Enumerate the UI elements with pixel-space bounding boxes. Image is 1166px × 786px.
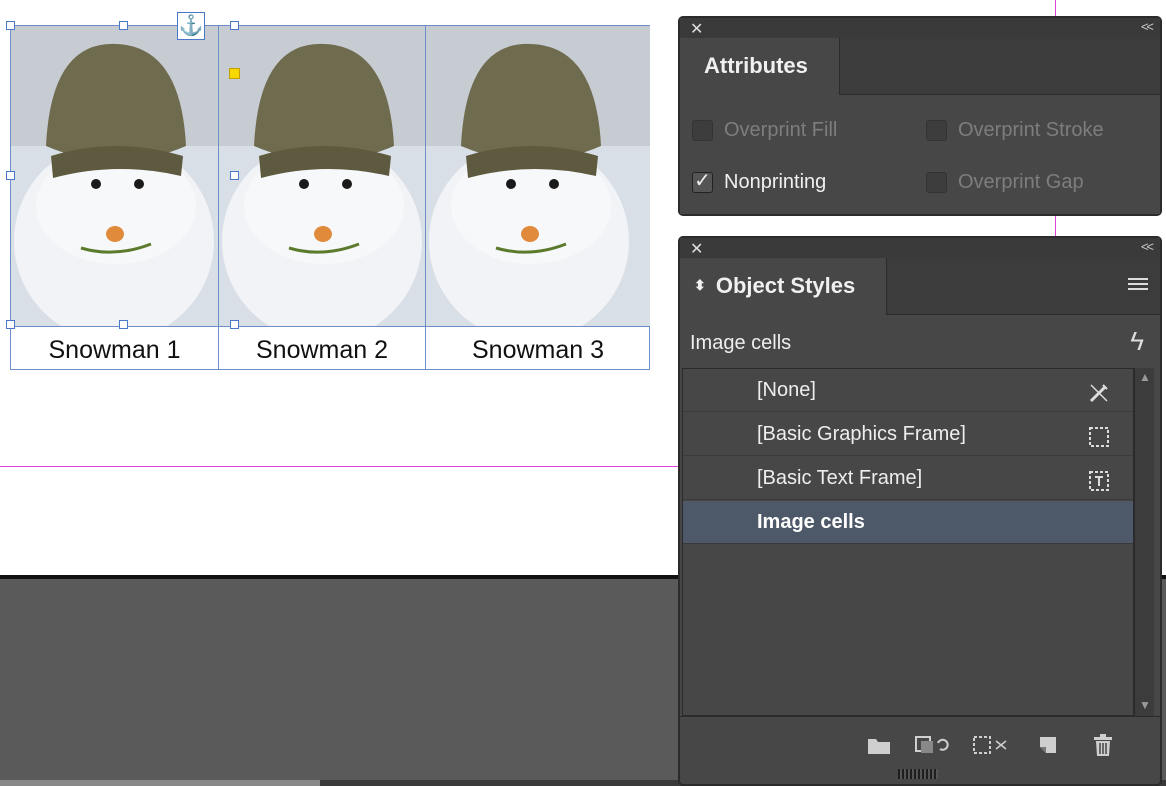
folder-icon[interactable]: [866, 733, 892, 757]
tab-attributes[interactable]: Attributes: [680, 38, 840, 95]
overprint-stroke-checkbox[interactable]: [926, 120, 947, 141]
current-style-row: Image cells ϟ: [680, 316, 1160, 368]
selection-handle[interactable]: [119, 21, 128, 30]
margin-guide-horizontal: [0, 466, 680, 467]
caption-cell[interactable]: Snowman 2: [219, 326, 425, 370]
selection-handle[interactable]: [6, 171, 15, 180]
scroll-up-icon[interactable]: ▲: [1139, 370, 1151, 384]
chevron-updown-icon: ⬍: [694, 277, 706, 293]
overprint-fill-label: Overprint Fill: [724, 119, 838, 141]
list-item[interactable]: [Basic Text Frame]: [683, 457, 1133, 500]
new-style-icon[interactable]: [1036, 733, 1062, 757]
selection-handle[interactable]: [119, 320, 128, 329]
close-icon[interactable]: ✕: [690, 19, 703, 39]
lightning-icon[interactable]: ϟ: [1130, 326, 1144, 357]
style-label: [Basic Text Frame]: [757, 467, 923, 489]
anchor-icon[interactable]: ⚓: [177, 12, 205, 40]
resize-grip[interactable]: [898, 769, 938, 779]
column-divider: [218, 26, 219, 370]
clear-overrides-icon[interactable]: [914, 733, 949, 757]
image-table[interactable]: Snowman 1 Snowman 2 Snowman 3: [10, 25, 650, 370]
graphics-frame-icon: [1087, 422, 1111, 447]
tab-strip: Attributes: [680, 38, 1160, 95]
collapse-button[interactable]: <<: [1141, 19, 1154, 34]
panel-titlebar: ✕ <<: [680, 18, 1160, 39]
overprint-gap-checkbox[interactable]: [926, 172, 947, 193]
overprint-stroke-label: Overprint Stroke: [958, 119, 1104, 141]
clear-attributes-icon[interactable]: [972, 733, 1007, 757]
caption-cell[interactable]: Snowman 1: [11, 326, 218, 370]
text-frame-icon: [1087, 466, 1111, 491]
panel-menu-icon[interactable]: [1128, 278, 1148, 292]
tab-label: Object Styles: [715, 273, 856, 298]
column-divider: [425, 26, 426, 370]
panel-titlebar: ✕ <<: [680, 238, 1160, 259]
selection-handle[interactable]: [6, 21, 15, 30]
styles-list: [None] [Basic Graphics Frame] [Basic Tex…: [682, 368, 1134, 716]
scroll-down-icon[interactable]: ▼: [1139, 698, 1151, 712]
list-item[interactable]: [None]: [683, 369, 1133, 412]
list-item[interactable]: [Basic Graphics Frame]: [683, 413, 1133, 456]
style-label: [None]: [757, 379, 816, 401]
attributes-options: Overprint Fill Overprint Stroke ✓ Nonpri…: [680, 96, 1160, 214]
content-grabber-handle[interactable]: [229, 68, 240, 79]
nonprinting-label: Nonprinting: [724, 171, 827, 193]
overprint-gap-label: Overprint Gap: [958, 171, 1084, 193]
collapse-button[interactable]: <<: [1141, 239, 1154, 254]
current-style-label: Image cells: [690, 332, 792, 354]
check-icon[interactable]: ✓: [692, 171, 713, 193]
style-label: [Basic Graphics Frame]: [757, 423, 966, 445]
selection-handle[interactable]: [230, 21, 239, 30]
selection-handle[interactable]: [230, 171, 239, 180]
object-styles-panel: ✕ << ⬍ Object Styles Image cells ϟ [None…: [678, 236, 1162, 786]
trash-icon[interactable]: [1090, 733, 1116, 757]
snowman-image-3[interactable]: [426, 26, 650, 326]
pencil-strikethrough-icon: [1087, 378, 1111, 403]
tab-object-styles[interactable]: ⬍ Object Styles: [680, 258, 887, 315]
tab-strip: ⬍ Object Styles: [680, 258, 1160, 315]
attributes-panel: ✕ << Attributes Overprint Fill Overprint…: [678, 16, 1162, 216]
caption-cell[interactable]: Snowman 3: [426, 326, 650, 370]
selection-handle[interactable]: [6, 320, 15, 329]
snowman-image-1[interactable]: [11, 26, 218, 326]
selection-handle[interactable]: [230, 320, 239, 329]
caption-row: Snowman 1 Snowman 2 Snowman 3: [11, 326, 650, 370]
overprint-fill-checkbox[interactable]: [692, 120, 713, 141]
horizontal-scrollbar-thumb[interactable]: [0, 780, 320, 786]
vertical-scrollbar[interactable]: ▲ ▼: [1134, 368, 1154, 716]
close-icon[interactable]: ✕: [690, 239, 703, 259]
panel-footer: [680, 716, 1160, 767]
list-item[interactable]: Image cells: [683, 501, 1133, 544]
style-label: Image cells: [757, 511, 865, 533]
snowman-image-2[interactable]: [219, 26, 425, 326]
